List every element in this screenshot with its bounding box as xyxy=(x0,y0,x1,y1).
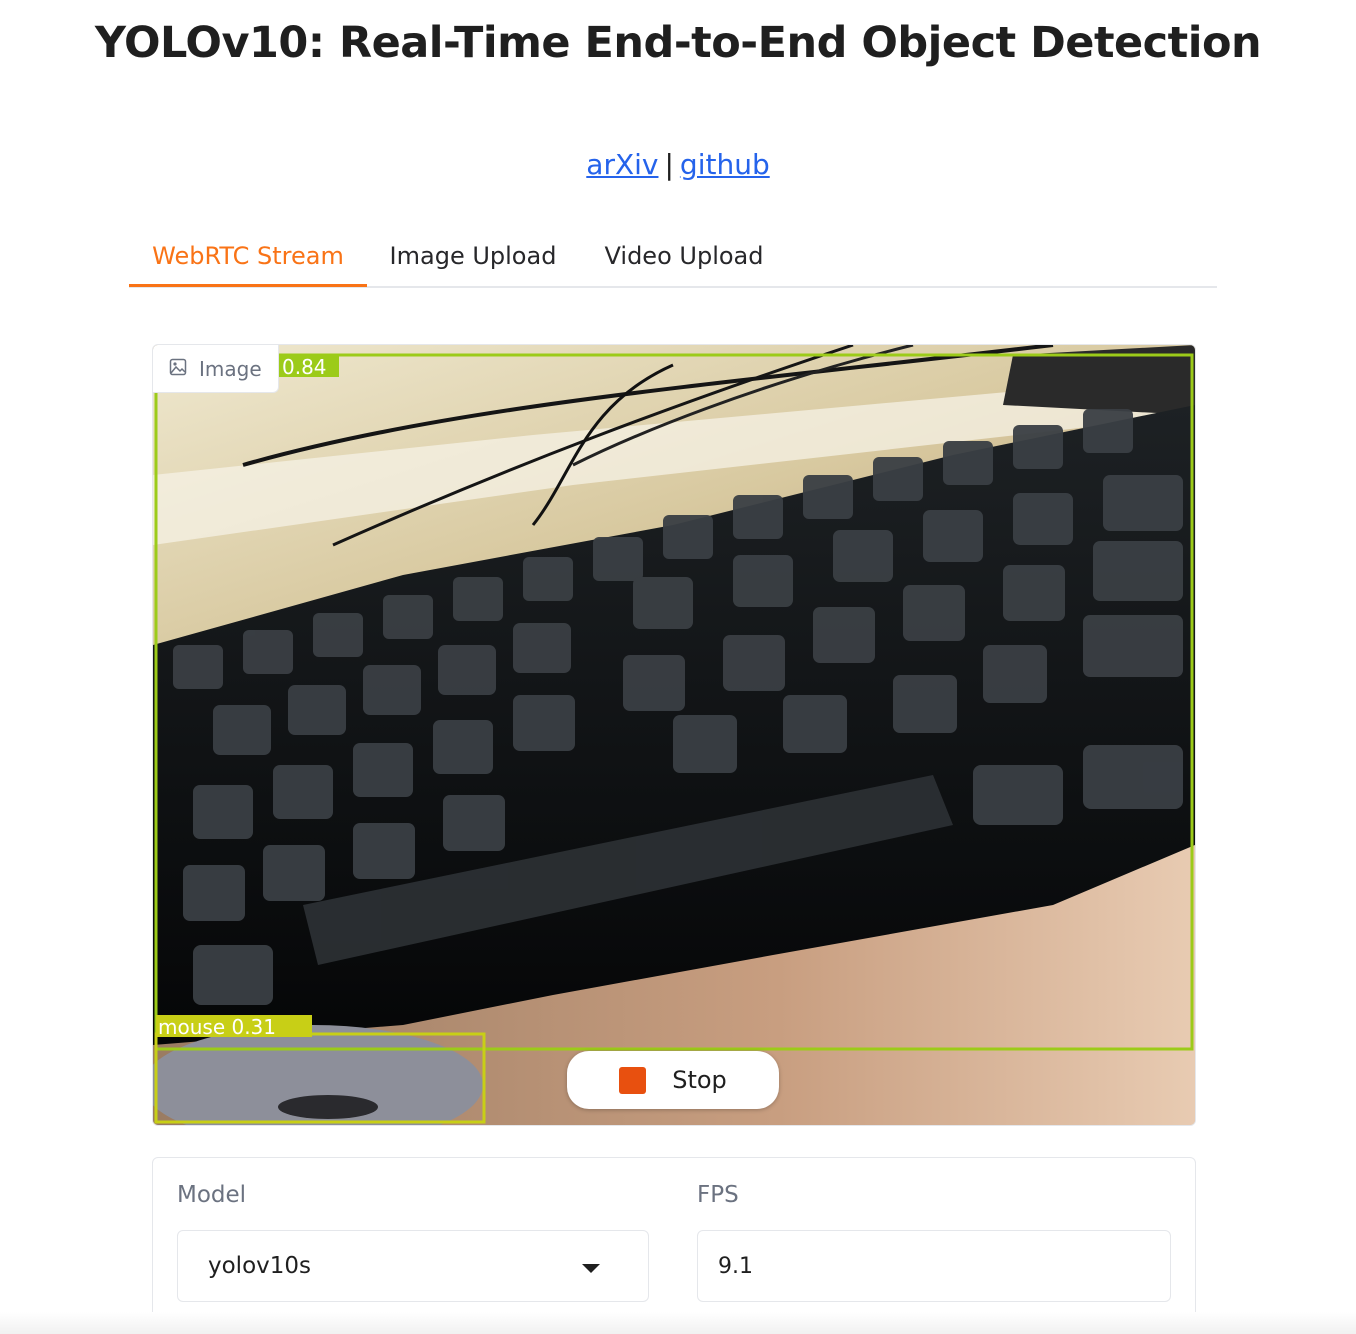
fps-label: FPS xyxy=(697,1182,739,1208)
image-badge-label: Image xyxy=(199,356,262,381)
model-label: Model xyxy=(177,1182,247,1208)
stop-button-label: Stop xyxy=(672,1066,727,1094)
detection-label-mouse: mouse 0.31 xyxy=(158,1015,276,1039)
stop-icon xyxy=(619,1066,647,1094)
tab-video-upload[interactable]: Video Upload xyxy=(579,232,789,284)
page-title: YOLOv10: Real-Time End-to-End Object Det… xyxy=(94,18,1262,68)
chevron-down-icon xyxy=(582,1264,600,1273)
arxiv-link[interactable]: arXiv xyxy=(586,148,658,181)
image-badge: Image xyxy=(153,345,279,393)
tab-bar: WebRTC Stream Image Upload Video Upload xyxy=(129,232,1217,288)
link-separator: | xyxy=(664,148,674,181)
image-icon xyxy=(169,357,187,381)
tab-image-upload[interactable]: Image Upload xyxy=(367,232,579,284)
video-frame: 0.84 mouse 0.31 xyxy=(153,345,1195,1125)
tab-webrtc-stream[interactable]: WebRTC Stream xyxy=(129,232,367,287)
header-links: arXiv | github xyxy=(0,148,1356,181)
model-selected-value: yolov10s xyxy=(208,1253,312,1279)
stop-button[interactable]: Stop xyxy=(567,1051,779,1109)
model-dropdown[interactable]: yolov10s xyxy=(177,1230,649,1302)
detection-label-keyboard: 0.84 xyxy=(282,355,327,379)
github-link[interactable]: github xyxy=(680,148,770,181)
fps-value: 9.1 xyxy=(718,1253,753,1279)
controls-panel: Model yolov10s FPS 9.1 xyxy=(152,1157,1196,1325)
webrtc-stream-view: 0.84 mouse 0.31 Image Stop xyxy=(152,344,1196,1126)
page-bottom-edge xyxy=(0,1312,1356,1334)
fps-field[interactable]: 9.1 xyxy=(697,1230,1171,1302)
